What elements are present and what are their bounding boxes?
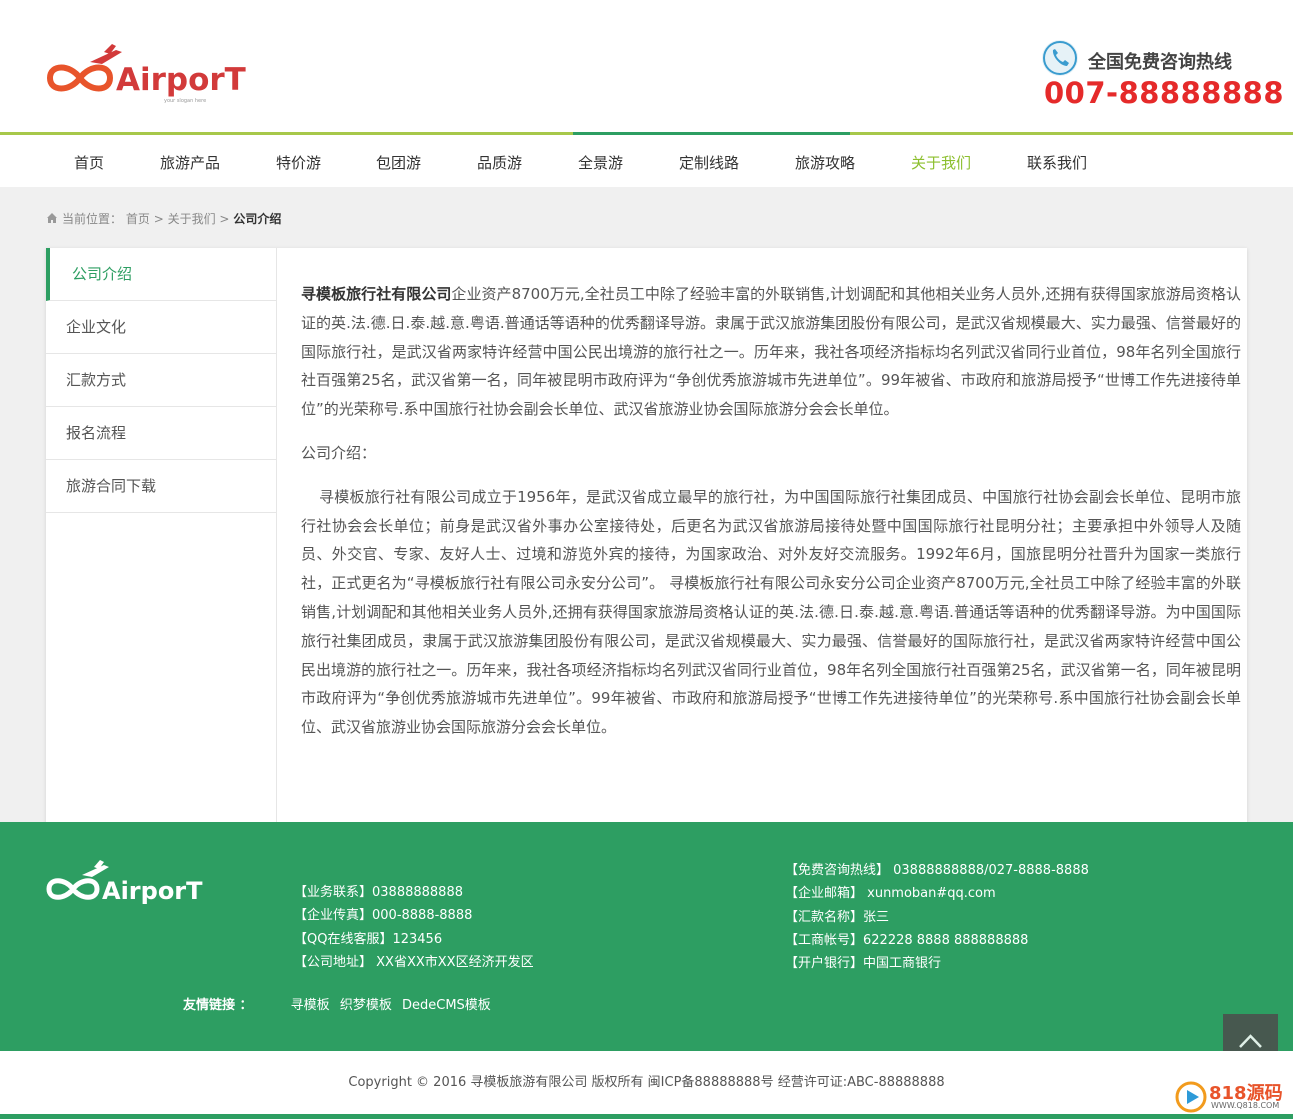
nav-item-products[interactable]: 旅游产品 xyxy=(160,152,220,173)
nav-item-group[interactable]: 包团游 xyxy=(376,152,421,173)
watermark: 818源码 WWW.Q818.COM xyxy=(1175,1079,1287,1115)
breadcrumb-separator: > xyxy=(153,212,164,226)
nav-item-contact[interactable]: 联系我们 xyxy=(1027,152,1087,173)
friend-link[interactable]: DedeCMS模板 xyxy=(402,998,491,1013)
sidebar-item-payment[interactable]: 汇款方式 xyxy=(46,354,277,407)
copyright-bar: Copyright © 2016 寻模板旅游有限公司 版权所有 闽ICP备888… xyxy=(0,1051,1293,1114)
section-title: 公司介绍： xyxy=(301,443,377,462)
breadcrumb-parent-link[interactable]: 关于我们 xyxy=(168,212,216,226)
footer-qq: 【QQ在线客服】123456 xyxy=(294,931,443,947)
footer-contact-col-1: 【业务联系】03888888888 【企业传真】000-8888-8888 【Q… xyxy=(294,881,534,974)
footer-logo-text: AirporT xyxy=(102,877,203,905)
footer-contact-col-2: 【免费咨询热线】 03888888888/027-8888-8888 【企业邮箱… xyxy=(785,859,1089,975)
sidebar-item-company-intro[interactable]: 公司介绍 xyxy=(46,248,277,301)
hotline-number: 007-88888888 xyxy=(1044,76,1284,110)
phone-icon xyxy=(1042,40,1078,76)
hotline-block: 全国免费咨询热线 007-88888888 xyxy=(1042,40,1284,120)
nav-item-about[interactable]: 关于我们 xyxy=(911,152,971,173)
body-paragraph: 寻模板旅行社有限公司成立于1956年，是武汉省成立最早的旅行社，为中国国际旅行社… xyxy=(301,487,1241,737)
breadcrumb-current: 公司介绍 xyxy=(233,212,282,226)
site-footer: AirporT 【业务联系】03888888888 【企业传真】000-8888… xyxy=(0,822,1293,1069)
sidebar-item-contract-download[interactable]: 旅游合同下载 xyxy=(46,460,277,513)
nav-item-guides[interactable]: 旅游攻略 xyxy=(795,152,855,173)
watermark-sub: WWW.Q818.COM xyxy=(1211,1101,1280,1110)
infinity-logo-icon xyxy=(46,44,122,92)
friend-link[interactable]: 寻模板 xyxy=(291,998,330,1013)
sidebar-item-signup[interactable]: 报名流程 xyxy=(46,407,277,460)
play-logo-icon xyxy=(1175,1081,1207,1113)
company-name: 寻模板旅行社有限公司 xyxy=(301,285,452,303)
breadcrumb-prefix: 当前位置： xyxy=(62,212,123,226)
footer-bank: 【开户银行】中国工商银行 xyxy=(785,956,942,972)
site-logo[interactable]: AirporT your slogan here xyxy=(46,42,246,106)
lead-paragraph: 寻模板旅行社有限公司企业资产8700万元,全社员工中除了经验丰富的外联销售,计划… xyxy=(301,280,1241,424)
nav-item-quality[interactable]: 品质游 xyxy=(477,152,522,173)
nav-item-custom[interactable]: 定制线路 xyxy=(679,152,739,173)
sidebar-item-culture[interactable]: 企业文化 xyxy=(46,301,277,354)
nav-item-home[interactable]: 首页 xyxy=(74,152,104,173)
footer-address: 【公司地址】 XX省XX市XX区经济开发区 xyxy=(294,954,534,970)
footer-free-hotline: 【免费咨询热线】 03888888888/027-8888-8888 xyxy=(785,863,1089,878)
home-icon xyxy=(47,213,57,223)
footer-logo[interactable]: AirporT xyxy=(46,859,216,909)
breadcrumb-home-link[interactable]: 首页 xyxy=(126,212,150,226)
logo-slogan: your slogan here xyxy=(164,98,207,104)
nav-item-special[interactable]: 特价游 xyxy=(276,152,321,173)
breadcrumb-separator: > xyxy=(219,212,230,226)
footer-remit-name: 【汇款名称】张三 xyxy=(785,909,890,925)
lead-text: 企业资产8700万元,全社员工中除了经验丰富的外联销售,计划调配和其他相关业务人… xyxy=(301,285,1241,419)
nav-item-panorama[interactable]: 全景游 xyxy=(578,152,623,173)
nav-accent-bar xyxy=(573,132,850,135)
footer-business-contact: 【业务联系】03888888888 xyxy=(294,885,463,900)
infinity-logo-icon xyxy=(46,860,109,900)
site-header: AirporT your slogan here 全国免费咨询热线 007-88… xyxy=(0,0,1293,132)
footer-bank-account: 【工商帐号】622228 8888 888888888 xyxy=(785,932,1029,948)
main-nav: 首页 旅游产品 特价游 包团游 品质游 全景游 定制线路 旅游攻略 关于我们 联… xyxy=(0,132,1293,187)
breadcrumb: 当前位置： 首页 > 关于我们 > 公司介绍 xyxy=(46,210,281,227)
footer-email: 【企业邮箱】 xunmoban#qq.com xyxy=(785,886,996,902)
logo-text: AirporT xyxy=(116,62,246,98)
friend-links-label: 友情链接 ： xyxy=(183,998,253,1013)
article-content: 寻模板旅行社有限公司企业资产8700万元,全社员工中除了经验丰富的外联销售,计划… xyxy=(301,280,1241,757)
bottom-accent-line xyxy=(0,1114,1293,1119)
sidebar: 公司介绍 企业文化 汇款方式 报名流程 旅游合同下载 xyxy=(46,248,277,823)
hotline-label: 全国免费咨询热线 xyxy=(1088,52,1232,73)
content-card: 公司介绍 企业文化 汇款方式 报名流程 旅游合同下载 寻模板旅行社有限公司企业资… xyxy=(46,248,1247,823)
friend-link[interactable]: 织梦模板 xyxy=(340,998,392,1013)
footer-fax: 【企业传真】000-8888-8888 xyxy=(294,908,473,924)
friend-links: 友情链接 ： 寻模板 织梦模板 DedeCMS模板 xyxy=(183,994,497,1013)
